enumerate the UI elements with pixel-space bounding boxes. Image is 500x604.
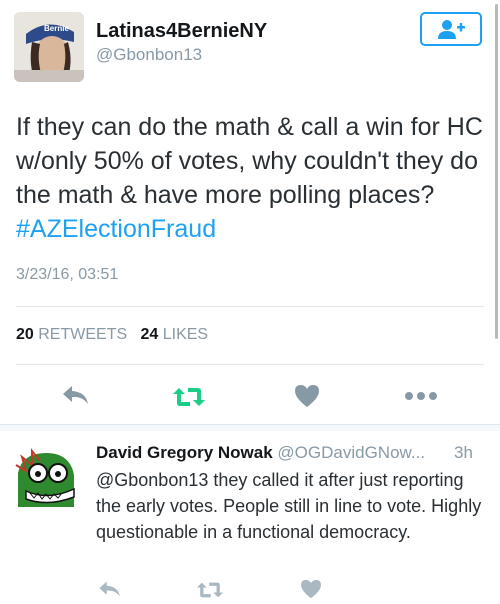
tweet-actions: [0, 378, 500, 414]
divider: [16, 364, 484, 365]
scrollbar[interactable]: [495, 4, 498, 339]
divider: [16, 306, 484, 307]
follow-button[interactable]: [420, 12, 482, 46]
reply-icon[interactable]: [62, 384, 90, 406]
like-icon[interactable]: [294, 384, 320, 408]
section-separator: [0, 424, 500, 431]
tweet-text: If they can do the math & call a win for…: [16, 110, 486, 246]
reply-header: David Gregory Nowak @OGDavidGNow...: [96, 443, 425, 463]
avatar-cap-text: Bernie: [44, 24, 69, 33]
reply-text: @Gbonbon13 they called it after just rep…: [96, 470, 482, 542]
more-icon[interactable]: [404, 391, 438, 401]
like-count: 24: [140, 326, 159, 343]
follow-icon: [438, 20, 465, 39]
retweet-icon[interactable]: [196, 581, 224, 599]
likes-stat[interactable]: 24 LIKES: [140, 326, 208, 343]
reply-display-name[interactable]: David Gregory Nowak: [96, 443, 273, 462]
avatar-image: Bernie: [14, 12, 84, 82]
retweets-stat[interactable]: 20 RETWEETS: [16, 326, 127, 343]
tweet-text-body: If they can do the math & call a win for…: [16, 113, 483, 209]
tweet-stats: 20 RETWEETS 24 LIKES: [16, 326, 208, 344]
avatar[interactable]: Bernie: [14, 12, 84, 82]
reply-handle[interactable]: @OGDavidGNow...: [277, 443, 425, 462]
reply-timestamp: 3h: [454, 443, 473, 462]
likes-label: LIKES: [162, 326, 209, 343]
like-icon[interactable]: [300, 579, 322, 599]
reply-icon[interactable]: [98, 580, 122, 598]
hashtag-link[interactable]: #AZElectionFraud: [16, 215, 216, 243]
reply-avatar-image: [12, 443, 82, 513]
retweets-label: RETWEETS: [38, 326, 128, 343]
tweet-timestamp: 3/23/16, 03:51: [16, 266, 119, 283]
display-name[interactable]: Latinas4BernieNY: [96, 20, 267, 43]
retweet-icon[interactable]: [172, 386, 206, 408]
reply-actions: [0, 576, 500, 604]
reply-avatar[interactable]: [12, 443, 82, 513]
user-handle[interactable]: @Gbonbon13: [96, 45, 202, 65]
retweet-count: 20: [16, 326, 34, 343]
